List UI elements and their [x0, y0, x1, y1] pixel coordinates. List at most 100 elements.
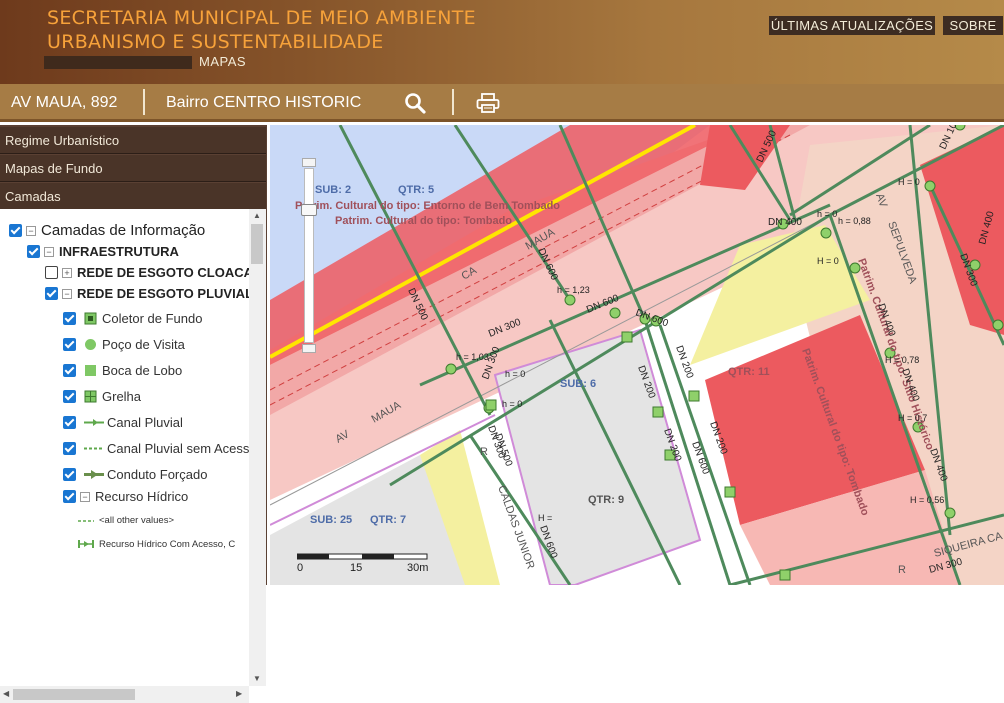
depth-label: h = 0: [505, 369, 525, 379]
map-label: QTR: 11: [728, 366, 770, 378]
layer-item: Canal Pluvial sem Acesso: [63, 441, 249, 456]
depth-label: H = 0: [817, 256, 839, 266]
layer-label: Canal Pluvial sem Acesso: [107, 441, 249, 456]
neighborhood-text[interactable]: Bairro CENTRO HISTORIC: [166, 94, 361, 112]
layer-item: Grelha: [63, 389, 141, 404]
layer-tree: − Camadas de Informação − INFRAESTRUTURA…: [0, 209, 249, 686]
tree-root: − Camadas de Informação: [9, 222, 205, 239]
depth-label: h = 1,23: [557, 285, 590, 295]
layer-label: Conduto Forçado: [107, 467, 208, 482]
tree-sub-label: REDE DE ESGOTO CLOACAL: [77, 265, 249, 280]
dashed-line-icon: [78, 519, 94, 522]
layer-label: Grelha: [102, 389, 142, 404]
layer-label: Canal Pluvial: [107, 415, 183, 430]
checkbox[interactable]: [63, 468, 76, 481]
checkbox[interactable]: [63, 490, 76, 503]
scale-bar: 0 15 30m: [297, 553, 432, 574]
layer-item: Conduto Forçado: [63, 467, 207, 482]
layer-item: Poço de Visita: [63, 337, 185, 352]
zoom-handle[interactable]: [301, 204, 317, 216]
street-label: R: [480, 446, 488, 458]
panel-camadas[interactable]: Camadas: [0, 183, 266, 210]
map-label: SUB: 25: [310, 514, 352, 526]
collapse-icon[interactable]: −: [62, 288, 72, 299]
map-view[interactable]: SUB: 2 QTR: 5 Patrim. Cultural do tipo: …: [270, 125, 1004, 585]
checkbox[interactable]: [45, 287, 58, 300]
map-label: Patrim. Cultural do tipo: Tombado: [335, 215, 512, 227]
zoom-track[interactable]: [304, 168, 314, 343]
collapse-icon[interactable]: −: [80, 491, 90, 502]
horizontal-scrollbar[interactable]: ◀ ▶: [0, 686, 249, 703]
pipe-label: DN 400: [768, 217, 802, 228]
tree-sub-cloacal: + REDE DE ESGOTO CLOACAL: [45, 265, 249, 280]
depth-label: h = 0: [817, 209, 837, 219]
canal-sem-acesso-icon: [84, 447, 104, 450]
divider: [452, 89, 454, 115]
depth-label: H =: [538, 513, 552, 523]
map-canvas[interactable]: SUB: 2 QTR: 5 Patrim. Cultural do tipo: …: [270, 125, 1004, 585]
print-icon[interactable]: [476, 92, 500, 114]
depth-label: h = 0,88: [838, 216, 871, 226]
app-title-line1: SECRETARIA MUNICIPAL DE MEIO AMBIENTE: [47, 7, 476, 29]
scale-label: 15: [350, 562, 363, 574]
panel-regime-urbanistico[interactable]: Regime Urbanístico: [0, 127, 266, 154]
layer-label: Coletor de Fundo: [102, 311, 203, 326]
collapse-icon[interactable]: −: [44, 246, 54, 257]
tree-sub-label: REDE DE ESGOTO PLUVIAL: [77, 286, 249, 301]
scale-label: 0: [297, 562, 304, 574]
address-bar: AV MAUA, 892 Bairro CENTRO HISTORIC: [0, 84, 1004, 122]
legend-item: Recurso Hídrico Com Acesso, C: [78, 538, 235, 550]
legend-label: <all other values>: [99, 515, 174, 526]
header-logo-bar: [44, 56, 192, 69]
expand-icon[interactable]: +: [62, 267, 72, 278]
canal-pluvial-icon: [84, 419, 104, 426]
scroll-thumb[interactable]: [13, 689, 135, 700]
checkbox[interactable]: [63, 312, 76, 325]
depth-label: h = 1,03: [456, 352, 489, 362]
tree-group: − INFRAESTRUTURA: [27, 244, 179, 259]
poco-icon: [85, 339, 96, 350]
depth-label: H = 0,56: [910, 495, 944, 505]
checkbox[interactable]: [45, 266, 58, 279]
boca-de-lobo-icon: [85, 365, 96, 376]
map-label: Patrim. Cultural do tipo: Entorno de Bem…: [295, 200, 560, 212]
depth-label: H = 0,78: [885, 355, 919, 365]
zoom-in-button[interactable]: [302, 158, 316, 167]
grelha-icon: [84, 390, 97, 403]
scale-label: 30m: [407, 562, 429, 574]
legend-item: <all other values>: [78, 515, 174, 526]
zoom-out-button[interactable]: [302, 344, 316, 353]
map-label: SUB: 6: [560, 378, 596, 390]
depth-label: h = 0: [502, 399, 522, 409]
search-icon[interactable]: [404, 92, 426, 114]
checkbox[interactable]: [9, 224, 22, 237]
layer-label: Recurso Hídrico: [95, 489, 189, 504]
collapse-icon[interactable]: −: [26, 225, 36, 236]
layer-item: Boca de Lobo: [63, 363, 182, 378]
depth-label: H = 0: [898, 177, 920, 187]
scroll-thumb[interactable]: [251, 224, 263, 264]
checkbox[interactable]: [63, 390, 76, 403]
coletor-icon: [84, 312, 97, 325]
checkbox[interactable]: [27, 245, 40, 258]
map-label: SUB: 2: [315, 184, 351, 196]
checkbox[interactable]: [63, 338, 76, 351]
conduto-forcado-icon: [84, 470, 104, 479]
checkbox[interactable]: [63, 364, 76, 377]
checkbox[interactable]: [63, 442, 76, 455]
checkbox[interactable]: [63, 416, 76, 429]
about-button[interactable]: SOBRE: [943, 16, 1003, 35]
address-text[interactable]: AV MAUA, 892: [11, 94, 117, 112]
layer-item: − Recurso Hídrico: [63, 489, 188, 504]
zoom-slider[interactable]: [301, 158, 317, 353]
street-label: R: [898, 564, 906, 576]
vertical-scrollbar[interactable]: ▲ ▼: [249, 209, 266, 686]
legend-label: Recurso Hídrico Com Acesso, C: [99, 538, 236, 550]
app-title-line2: URBANISMO E SUSTENTABILIDADE: [47, 31, 384, 53]
access-line-icon: [78, 540, 94, 548]
panel-mapas-de-fundo[interactable]: Mapas de Fundo: [0, 155, 266, 182]
layer-item: Canal Pluvial: [63, 415, 183, 430]
layer-label: Boca de Lobo: [102, 363, 183, 378]
latest-updates-button[interactable]: ÚLTIMAS ATUALIZAÇÕES: [769, 16, 935, 35]
map-label: QTR: 5: [398, 184, 434, 196]
